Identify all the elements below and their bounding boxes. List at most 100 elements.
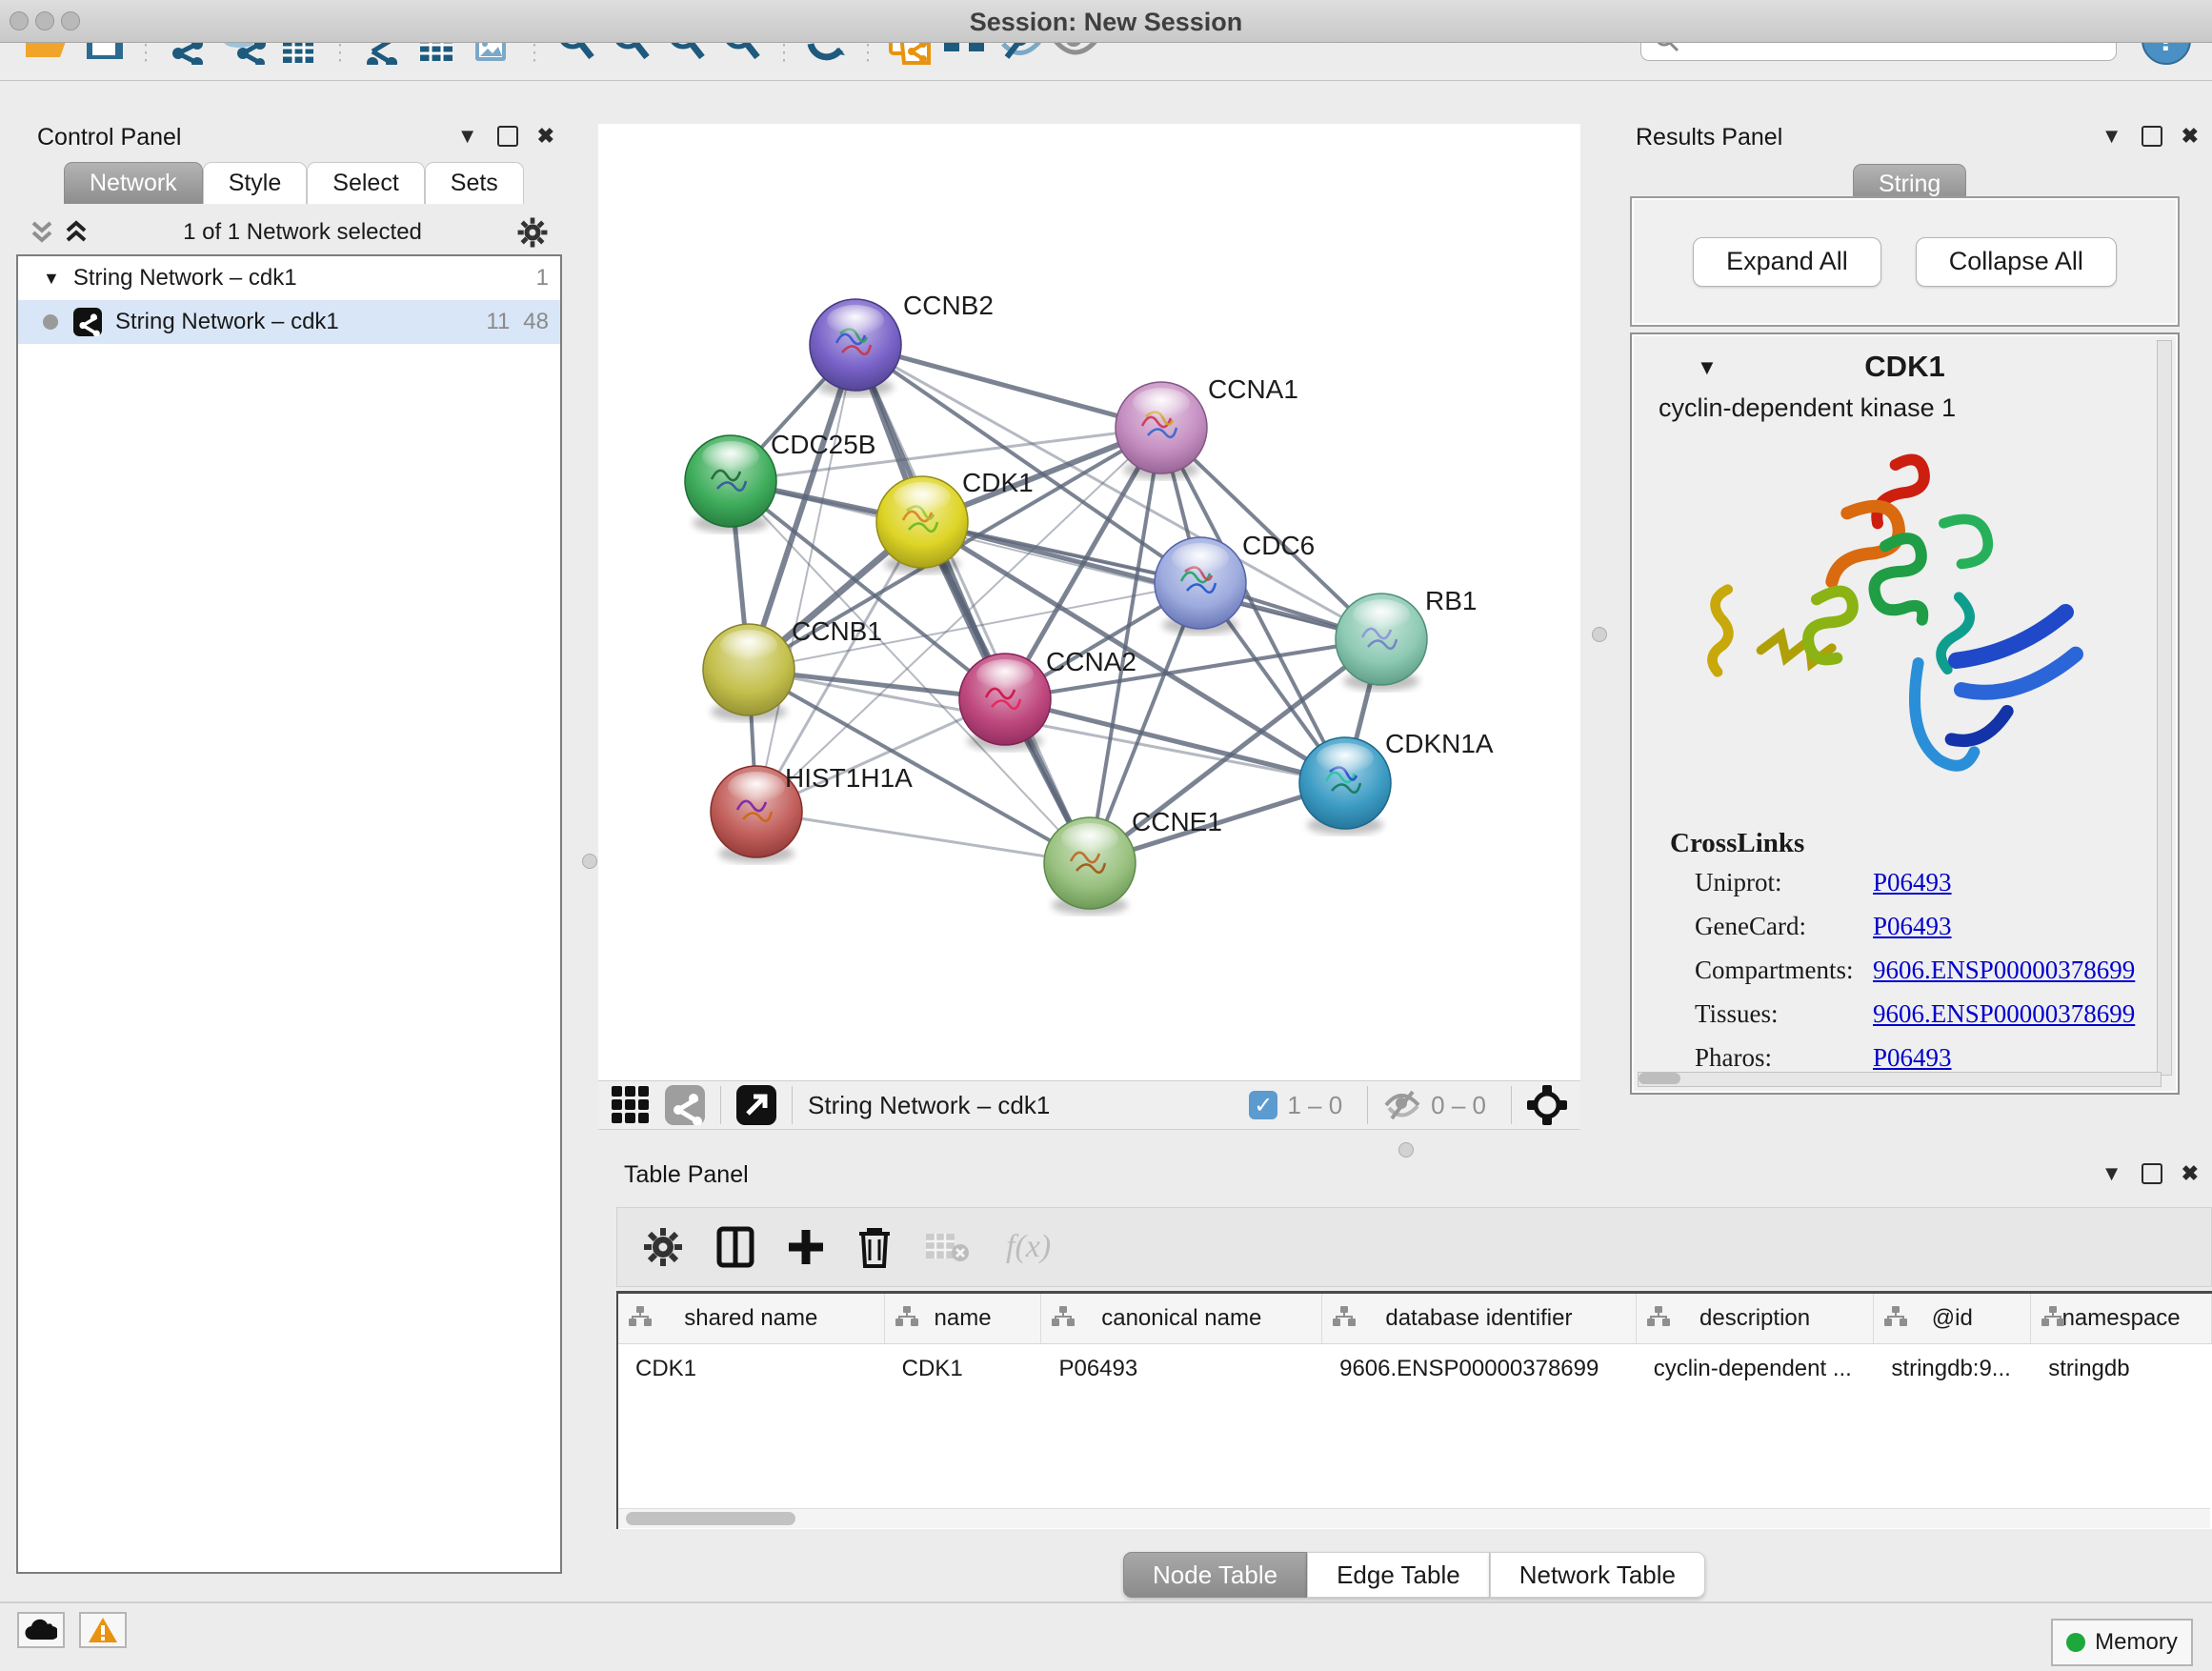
crosslink-row: Tissues: 9606.ENSP00000378699 <box>1695 999 1872 1029</box>
scrollbar-thumb[interactable] <box>1639 1073 1680 1084</box>
clear-table-icon <box>924 1230 970 1264</box>
table-row[interactable]: CDK1CDK1P064939606.ENSP00000378699cyclin… <box>618 1344 2212 1394</box>
network-row-selected[interactable]: String Network – cdk1 11 48 <box>18 300 560 344</box>
node-CCNE1[interactable] <box>1044 817 1136 915</box>
node-CDK1[interactable] <box>876 476 968 574</box>
expand-all-button[interactable]: Expand All <box>1693 237 1881 287</box>
hidden-eye-icon <box>1383 1089 1421 1121</box>
network-options-gear-icon[interactable] <box>516 216 549 249</box>
warnings-button[interactable] <box>79 1612 127 1648</box>
vertical-scrollbar[interactable] <box>2157 340 2172 1076</box>
detach-view-icon[interactable] <box>736 1085 776 1125</box>
control-panel: Control Panel ▼ ✖ NetworkStyleSelectSets… <box>14 124 564 1576</box>
crosslink-link[interactable]: P06493 <box>1873 912 1952 941</box>
node-label-CCNA2: CCNA2 <box>1046 647 1136 676</box>
tab-network[interactable]: Network <box>64 162 203 204</box>
crosslink-row: Pharos: P06493 <box>1695 1043 1872 1073</box>
node-label-RB1: RB1 <box>1425 586 1477 615</box>
table-settings-gear-icon[interactable] <box>642 1226 684 1268</box>
network-status-dot-icon <box>43 314 58 330</box>
collapse-panel-icon[interactable]: ▼ <box>457 126 478 147</box>
column-header-shared-name[interactable]: shared name <box>618 1294 885 1343</box>
network-label: String Network – cdk1 <box>115 309 339 335</box>
splitter-handle[interactable] <box>582 854 597 869</box>
status-bar: Memory <box>0 1601 2212 1671</box>
gene-result-card: CDK1 ▼ cyclin-dependent kinase 1 CrossLi… <box>1630 332 2180 1095</box>
tab-style[interactable]: Style <box>203 162 308 204</box>
table-horizontal-scrollbar[interactable] <box>618 1508 2210 1528</box>
node-CCNA2[interactable] <box>959 654 1051 751</box>
column-header-description[interactable]: description <box>1637 1294 1875 1343</box>
column-type-icon <box>2041 1305 2065 1328</box>
tab-select[interactable]: Select <box>307 162 424 204</box>
splitter-handle[interactable] <box>1592 627 1607 642</box>
crosslink-link[interactable]: P06493 <box>1873 868 1952 897</box>
scrollbar-thumb[interactable] <box>626 1512 795 1525</box>
cloud-button[interactable] <box>17 1612 65 1648</box>
memory-button[interactable]: Memory <box>2051 1619 2193 1666</box>
gene-expander-icon[interactable]: ▼ <box>1697 355 1718 380</box>
node-label-CDK1: CDK1 <box>962 468 1034 497</box>
close-panel-icon[interactable]: ✖ <box>2182 126 2199 147</box>
collapse-panel-icon[interactable]: ▼ <box>2101 1163 2122 1184</box>
node-CDKN1A[interactable] <box>1299 737 1391 835</box>
tree-expander-icon[interactable]: ▼ <box>43 269 60 289</box>
tab-edge-table[interactable]: Edge Table <box>1307 1552 1490 1598</box>
splitter-handle[interactable] <box>1398 1142 1414 1158</box>
node-label-CCNB2: CCNB2 <box>903 291 994 320</box>
column-header-database-identifier[interactable]: database identifier <box>1322 1294 1637 1343</box>
close-panel-icon[interactable]: ✖ <box>537 126 554 147</box>
node-RB1[interactable] <box>1336 594 1427 691</box>
node-CCNB2[interactable] <box>810 299 901 396</box>
crosslink-link[interactable]: 9606.ENSP00000378699 <box>1873 999 2135 1029</box>
tab-node-table[interactable]: Node Table <box>1123 1552 1307 1598</box>
edge-CCNB2-HIST1H1A[interactable] <box>756 345 855 812</box>
column-type-icon <box>1051 1305 1076 1328</box>
column-header-canonical-name[interactable]: canonical name <box>1041 1294 1322 1343</box>
birdseye-view-icon[interactable] <box>665 1085 705 1125</box>
network-canvas[interactable]: CCNB2 CCNA1 CDC25B CDK1 CDC6 RB1 CCNB1 <box>598 124 1580 1080</box>
tab-network-table[interactable]: Network Table <box>1490 1552 1705 1598</box>
crosslink-link[interactable]: P06493 <box>1873 1043 1952 1073</box>
crosslink-label: GeneCard: <box>1695 912 1872 941</box>
gene-description: cyclin-dependent kinase 1 <box>1659 393 1956 423</box>
table-panel: Table Panel ▼ ✖ f(x) shared namenamecano… <box>616 1158 2212 1601</box>
float-panel-icon[interactable] <box>2142 1163 2162 1184</box>
horizontal-scrollbar[interactable] <box>1638 1072 2162 1087</box>
delete-columns-icon[interactable] <box>857 1226 892 1268</box>
table-cell: stringdb:9... <box>1874 1344 2031 1394</box>
crosslink-link[interactable]: 9606.ENSP00000378699 <box>1873 956 2135 985</box>
pan-crosshair-icon[interactable] <box>1527 1085 1567 1125</box>
node-CCNB1[interactable] <box>703 624 794 721</box>
column-header-namespace[interactable]: namespace <box>2031 1294 2212 1343</box>
selected-checkbox-icon[interactable]: ✓ <box>1249 1091 1277 1119</box>
edge-count: 48 <box>523 309 549 335</box>
node-CDC6[interactable] <box>1155 537 1246 634</box>
column-header-name[interactable]: name <box>885 1294 1042 1343</box>
node-label-CCNA1: CCNA1 <box>1208 374 1298 404</box>
add-column-icon[interactable] <box>787 1226 825 1268</box>
collapse-all-networks-icon[interactable] <box>30 219 54 246</box>
expand-all-networks-icon[interactable] <box>64 219 89 246</box>
edge-CCNB2-CCNA1[interactable] <box>855 345 1161 428</box>
window-title: Session: New Session <box>0 8 2212 37</box>
network-collection-row[interactable]: ▼ String Network – cdk1 1 <box>18 256 560 300</box>
node-count: 11 <box>486 309 510 335</box>
column-header--id[interactable]: @id <box>1874 1294 2031 1343</box>
float-panel-icon[interactable] <box>2142 126 2162 147</box>
crosslink-label: Compartments: <box>1695 956 1872 985</box>
node-table: shared namenamecanonical namedatabase id… <box>616 1291 2212 1529</box>
node-CDC25B[interactable] <box>685 435 776 533</box>
crosslink-label: Tissues: <box>1695 999 1872 1029</box>
crosslink-label: Pharos: <box>1695 1043 1872 1073</box>
collapse-panel-icon[interactable]: ▼ <box>2101 126 2122 147</box>
float-panel-icon[interactable] <box>497 126 518 147</box>
edge-HIST1H1A-CCNE1[interactable] <box>756 812 1090 863</box>
network-selection-bar: 1 of 1 Network selected <box>16 211 562 253</box>
node-CCNA1[interactable] <box>1116 382 1207 479</box>
show-columns-icon[interactable] <box>716 1226 754 1268</box>
tab-sets[interactable]: Sets <box>425 162 524 204</box>
collapse-all-button[interactable]: Collapse All <box>1916 237 2117 287</box>
close-panel-icon[interactable]: ✖ <box>2182 1163 2199 1184</box>
grid-view-icon[interactable] <box>612 1086 650 1124</box>
